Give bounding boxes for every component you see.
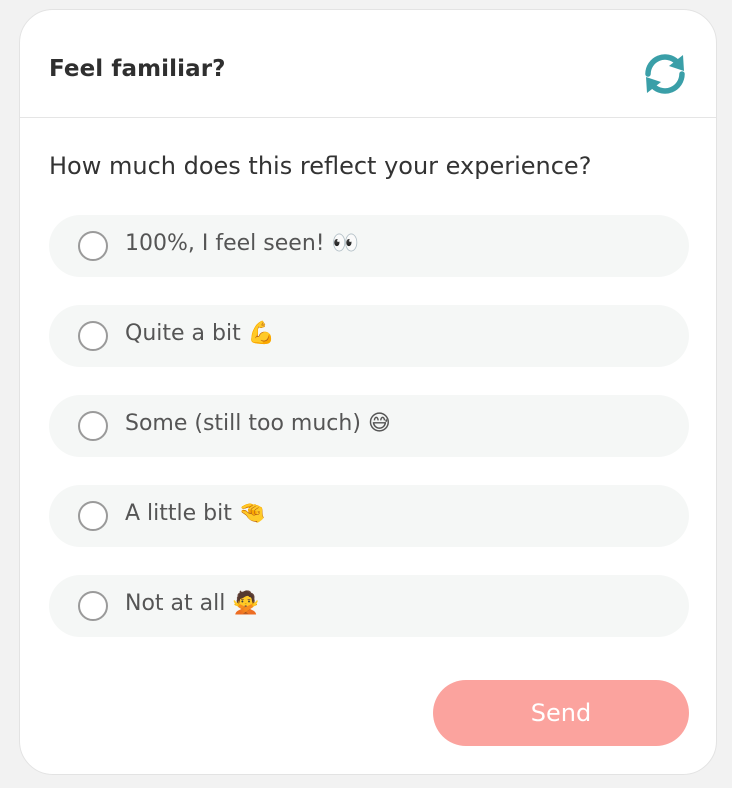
feedback-card: Feel familiar? How much does this reflec…: [19, 9, 717, 775]
radio-button[interactable]: [78, 231, 108, 261]
question-text: How much does this reflect your experien…: [49, 152, 592, 180]
option-some[interactable]: Some (still too much) 😅: [49, 395, 689, 457]
send-button[interactable]: Send: [433, 680, 689, 746]
radio-button[interactable]: [78, 501, 108, 531]
option-label: Quite a bit 💪: [125, 321, 276, 346]
card-header: Feel familiar?: [20, 10, 716, 118]
option-label: A little bit 🤏: [125, 501, 267, 526]
radio-button[interactable]: [78, 321, 108, 351]
option-label: Not at all 🙅: [125, 591, 260, 616]
option-quite-a-bit[interactable]: Quite a bit 💪: [49, 305, 689, 367]
option-a-little-bit[interactable]: A little bit 🤏: [49, 485, 689, 547]
card-title: Feel familiar?: [49, 56, 226, 82]
option-100-percent[interactable]: 100%, I feel seen! 👀: [49, 215, 689, 277]
option-not-at-all[interactable]: Not at all 🙅: [49, 575, 689, 637]
radio-button[interactable]: [78, 411, 108, 441]
option-label: Some (still too much) 😅: [125, 411, 391, 436]
option-label: 100%, I feel seen! 👀: [125, 231, 359, 256]
refresh-icon[interactable]: [639, 48, 691, 100]
radio-button[interactable]: [78, 591, 108, 621]
